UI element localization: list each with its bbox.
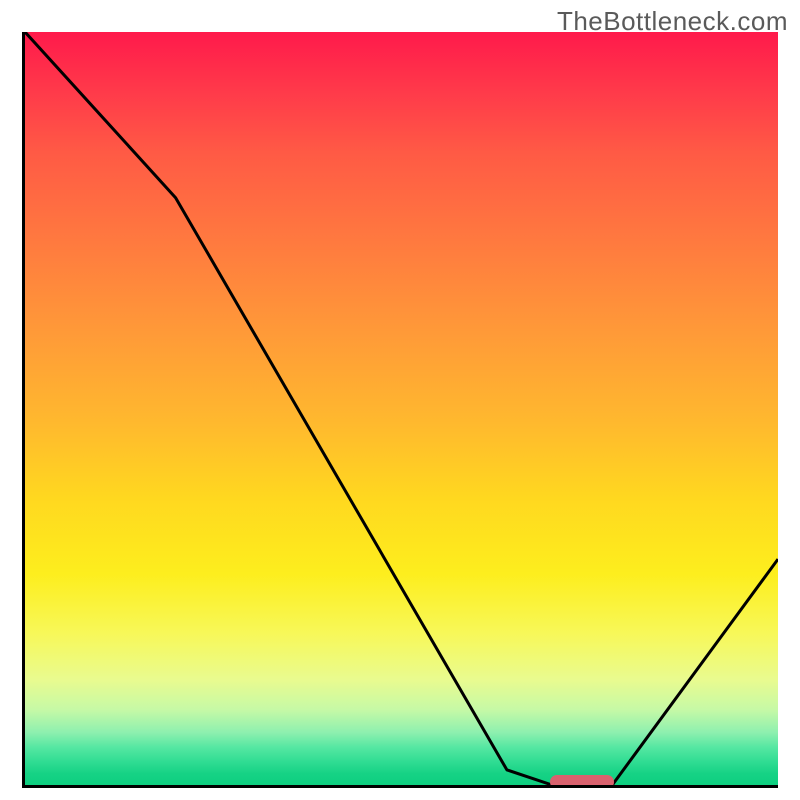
- plot-area: [22, 32, 778, 788]
- curve-path: [25, 32, 778, 785]
- curve-svg: [25, 32, 778, 785]
- chart-frame: TheBottleneck.com: [0, 0, 800, 800]
- highlight-marker: [550, 775, 614, 788]
